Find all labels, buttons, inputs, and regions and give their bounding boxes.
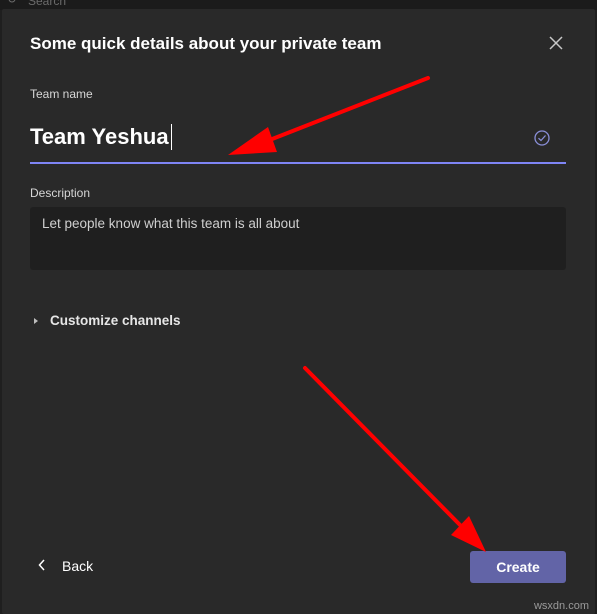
search-text: Search [28,0,67,8]
description-field[interactable]: Let people know what this team is all ab… [30,207,566,270]
description-label: Description [30,186,91,200]
create-team-dialog: Some quick details about your private te… [2,9,595,614]
chevron-left-icon [38,558,46,574]
description-placeholder: Let people know what this team is all ab… [42,216,300,231]
check-circle-icon [533,129,551,147]
close-icon[interactable] [547,34,565,52]
team-name-field[interactable]: Team Yeshua [30,114,566,164]
team-name-label: Team name [30,87,93,101]
text-caret [170,124,172,150]
customize-channels-label: Customize channels [50,313,181,328]
dialog-title: Some quick details about your private te… [30,34,382,53]
search-icon [8,0,18,8]
watermark: wsxdn.com [533,600,589,612]
back-label: Back [62,558,94,574]
expand-triangle-icon [34,317,38,324]
team-name-value: Team Yeshua [30,124,169,149]
create-button[interactable]: Create [470,551,566,583]
top-search[interactable]: Search [8,0,66,8]
back-button[interactable]: Back [38,558,93,574]
customize-channels-toggle[interactable]: Customize channels [34,313,181,328]
